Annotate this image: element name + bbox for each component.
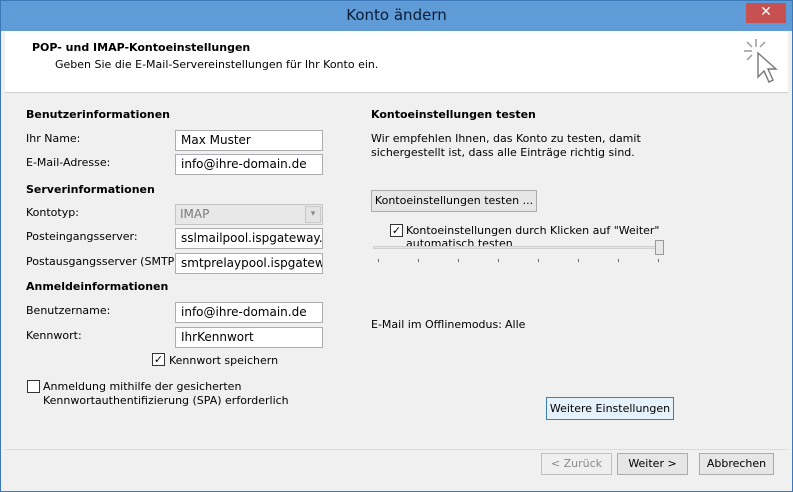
next-button[interactable]: Weiter >	[617, 453, 688, 475]
dialog-header: POP- und IMAP-Kontoeinstellungen Geben S…	[5, 31, 788, 93]
offline-slider-track[interactable]	[373, 246, 663, 249]
offline-mode-label: E-Mail im Offlinemodus:	[371, 318, 502, 331]
test-settings-button[interactable]: Kontoeinstellungen testen ...	[371, 190, 537, 212]
password-label: Kennwort:	[26, 329, 82, 342]
slider-tick	[378, 259, 379, 262]
dialog-content: Benutzerinformationen Ihr Name: Max Must…	[5, 94, 788, 449]
server-info-heading: Serverinformationen	[26, 183, 155, 196]
save-password-label: Kennwort speichern	[169, 354, 279, 367]
header-title: POP- und IMAP-Kontoeinstellungen	[32, 41, 251, 54]
slider-tick	[658, 259, 659, 262]
incoming-server-input[interactable]: sslmailpool.ispgateway.de	[175, 228, 323, 249]
spa-label-line2: Kennwortauthentifizierung (SPA) erforder…	[43, 394, 289, 407]
slider-tick	[538, 259, 539, 262]
user-info-heading: Benutzerinformationen	[26, 108, 171, 121]
test-desc-line1: Wir empfehlen Ihnen, das Konto zu testen…	[371, 132, 641, 145]
account-type-select: IMAP ▾	[175, 204, 323, 225]
chevron-down-icon: ▾	[305, 206, 321, 223]
outgoing-server-input[interactable]: smtprelaypool.ispgateway.de	[175, 253, 323, 274]
title-bar: Konto ändern ✕	[1, 1, 792, 31]
name-label: Ihr Name:	[26, 132, 81, 145]
slider-tick	[618, 259, 619, 262]
window-title: Konto ändern	[346, 6, 447, 24]
save-password-checkbox[interactable]: ✓	[152, 353, 165, 366]
account-type-value: IMAP	[180, 207, 210, 221]
cursor-click-icon	[744, 39, 778, 83]
slider-tick	[458, 259, 459, 262]
more-settings-button[interactable]: Weitere Einstellungen	[546, 397, 674, 420]
slider-tick	[498, 259, 499, 262]
cancel-button[interactable]: Abbrechen	[699, 453, 774, 475]
email-input[interactable]: info@ihre-domain.de	[175, 154, 323, 175]
slider-tick	[418, 259, 419, 262]
spa-checkbox[interactable]	[27, 380, 40, 393]
incoming-server-label: Posteingangsserver:	[26, 230, 138, 243]
offline-mode-value: Alle	[505, 318, 526, 331]
back-button[interactable]: < Zurück	[541, 453, 612, 475]
login-info-heading: Anmeldeinformationen	[26, 280, 169, 293]
email-label: E-Mail-Adresse:	[26, 156, 111, 169]
test-heading: Kontoeinstellungen testen	[371, 108, 536, 121]
header-subtitle: Geben Sie die E-Mail-Servereinstellungen…	[55, 58, 379, 71]
auto-test-checkbox[interactable]: ✓	[390, 224, 403, 237]
slider-tick	[578, 259, 579, 262]
footer-divider	[5, 449, 788, 450]
close-button[interactable]: ✕	[746, 3, 786, 23]
name-input[interactable]: Max Muster	[175, 130, 323, 151]
test-desc-line2: sichergestellt ist, dass alle Einträge r…	[371, 146, 635, 159]
outgoing-server-label: Postausgangsserver (SMTP):	[26, 255, 183, 268]
dialog-window: Konto ändern ✕ POP- und IMAP-Kontoeinste…	[0, 0, 793, 492]
password-input[interactable]: IhrKennwort	[175, 327, 323, 348]
username-label: Benutzername:	[26, 304, 111, 317]
username-input[interactable]: info@ihre-domain.de	[175, 302, 323, 323]
auto-test-label-line1: Kontoeinstellungen durch Klicken auf "We…	[406, 224, 660, 237]
offline-slider-thumb[interactable]	[655, 240, 664, 255]
account-type-label: Kontotyp:	[26, 206, 79, 219]
spa-label-line1: Anmeldung mithilfe der gesicherten	[43, 380, 242, 393]
